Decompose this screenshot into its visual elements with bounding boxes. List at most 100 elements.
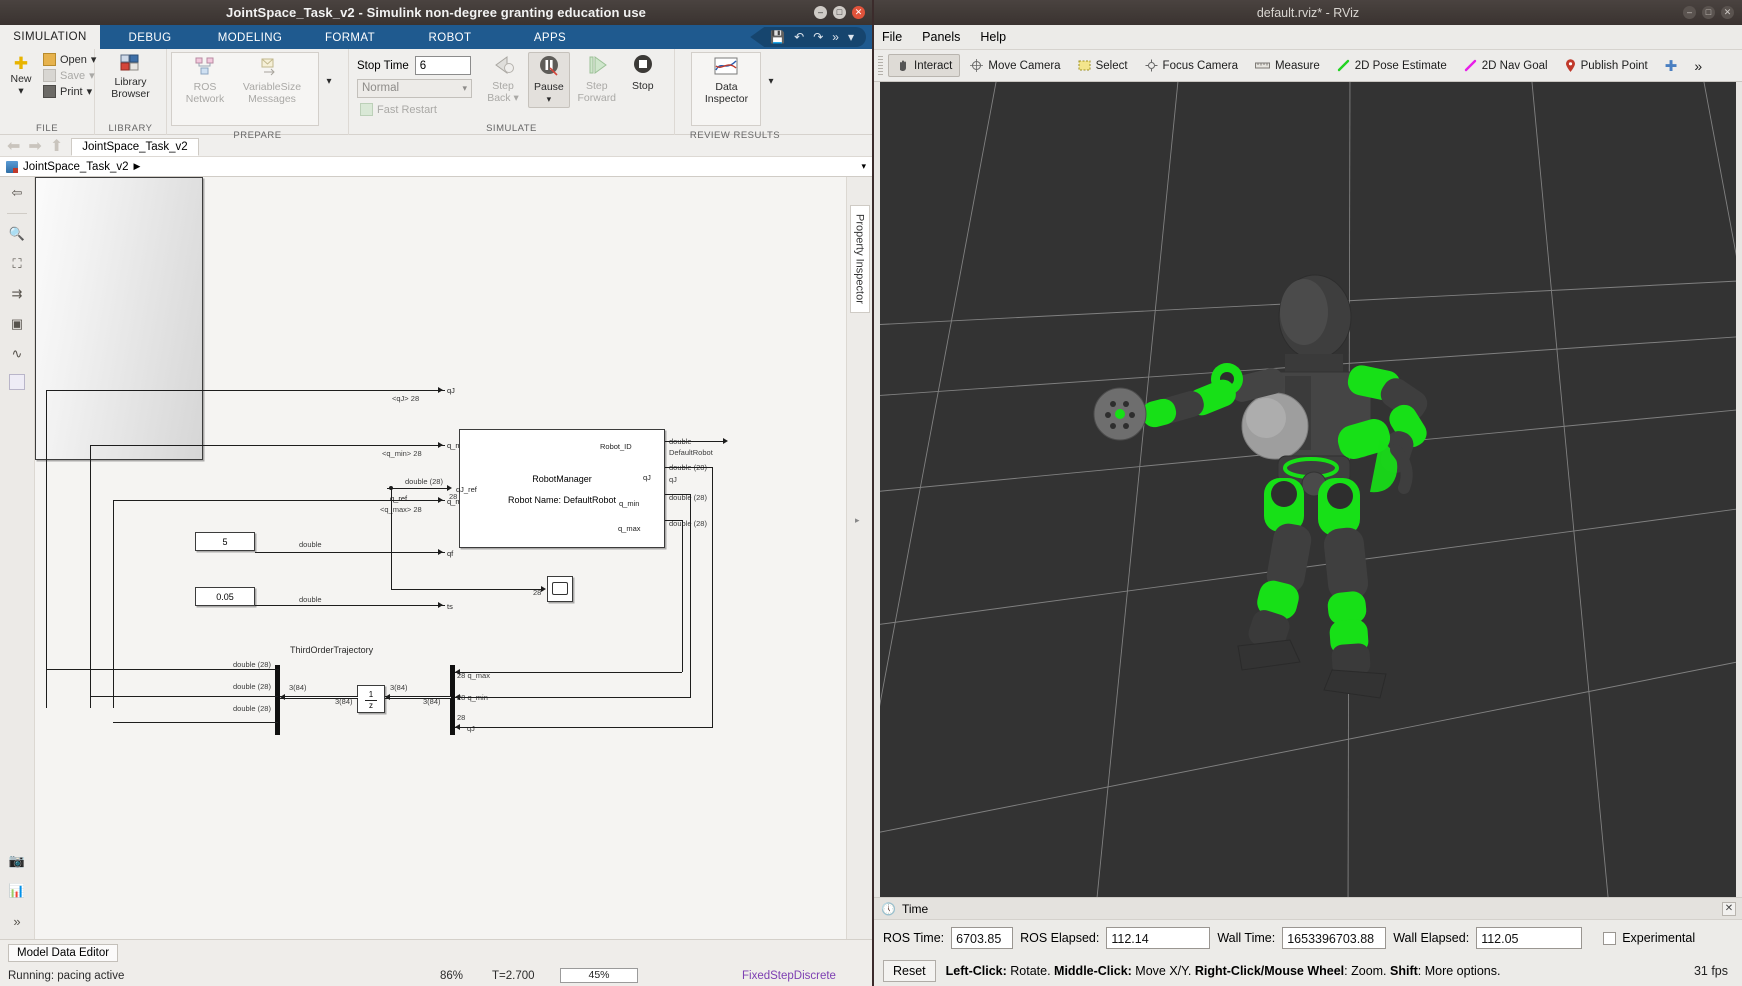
minimize-icon[interactable]: – <box>1683 6 1696 19</box>
status-zoom-level[interactable]: 86% <box>440 970 463 982</box>
tab-modeling[interactable]: MODELING <box>200 32 300 49</box>
status-sim-time: T=2.700 <box>492 969 535 982</box>
rviz-3d-viewport[interactable] <box>874 82 1742 897</box>
toolbar-overflow-button[interactable]: » <box>1687 54 1709 78</box>
tab-apps[interactable]: APPS <box>500 32 600 49</box>
pause-chevron-icon[interactable]: ▾ <box>547 94 552 106</box>
block-scope[interactable] <box>547 576 573 602</box>
quick-access-toolbar: 💾 ↶ ↷ » ▾ <box>750 27 866 47</box>
expand-icon[interactable]: » <box>7 911 27 931</box>
menu-panels[interactable]: Panels <box>922 30 960 44</box>
simulation-mode-select[interactable]: Normal ▾ <box>357 79 472 98</box>
ribbon-group-file: ✚ New ▾ Open ▾ Save ▾ Print ▾ FILE <box>0 49 96 135</box>
up-arrow-icon[interactable]: ⬆ <box>50 136 63 156</box>
port-label-out-qJ: qJ <box>643 473 651 482</box>
tool-add-button[interactable]: ✚ <box>1658 53 1685 79</box>
tool-move-camera[interactable]: Move Camera <box>963 55 1067 76</box>
zoom-in-icon[interactable]: 🔍 <box>7 224 27 244</box>
tab-robot[interactable]: ROBOT <box>400 32 500 49</box>
close-icon[interactable]: ✕ <box>1721 6 1734 19</box>
print-button[interactable]: Print ▾ <box>40 84 99 99</box>
new-chevron-icon[interactable]: ▾ <box>18 85 23 98</box>
step-forward-label-1: Step <box>585 80 608 92</box>
port-label-out-q-min: q_min <box>619 499 640 508</box>
time-panel-close-icon[interactable]: ✕ <box>1722 901 1736 916</box>
wire-demux-corner-1 <box>46 669 47 670</box>
block-constant-5[interactable]: 5 <box>195 532 255 551</box>
reset-button[interactable]: Reset <box>883 960 936 982</box>
tool-measure[interactable]: Measure <box>1248 55 1327 76</box>
forward-arrow-icon[interactable]: ➡ <box>28 136 41 156</box>
model-data-editor-button[interactable]: Model Data Editor <box>8 943 119 962</box>
tab-debug[interactable]: DEBUG <box>100 32 200 49</box>
review-overflow-button[interactable]: ▾ <box>763 52 778 89</box>
library-browser-button[interactable]: Library Browser <box>106 52 155 102</box>
data-inspector-button[interactable]: Data Inspector <box>700 55 753 107</box>
viewport-right-handle[interactable] <box>1736 490 1742 516</box>
stop-button[interactable]: Stop <box>624 52 662 95</box>
wire-out-q-min <box>665 494 690 495</box>
redo-icon[interactable]: ↷ <box>813 30 823 44</box>
annotation-icon[interactable]: ▣ <box>7 314 27 334</box>
tool-select[interactable]: Select <box>1071 55 1135 76</box>
tab-simulation[interactable]: SIMULATION <box>0 25 100 49</box>
block-constant-ts[interactable]: 0.05 <box>195 587 255 606</box>
print-chevron-icon[interactable]: ▾ <box>87 85 93 98</box>
maximize-icon[interactable]: □ <box>833 6 846 19</box>
block-unit-delay[interactable]: 1 z <box>357 685 385 713</box>
breadcrumb-arrow-icon: ▶ <box>133 161 141 171</box>
pause-button[interactable]: Pause ▾ <box>528 52 570 108</box>
simulink-canvas[interactable]: ThirdOrderTrajectory qJ q_min q_max qf t… <box>35 177 846 939</box>
wall-time-input[interactable]: 1653396703.88 <box>1282 927 1387 949</box>
wire-out-qJ <box>665 467 712 468</box>
library-icon[interactable]: 📊 <box>7 881 27 901</box>
wall-elapsed-input[interactable]: 112.05 <box>1476 927 1583 949</box>
save-disk-icon <box>43 69 56 82</box>
demux-left-bar[interactable] <box>275 665 280 735</box>
chevron-down-icon[interactable]: ▾ <box>848 30 854 44</box>
ros-elapsed-input[interactable]: 112.14 <box>1106 927 1211 949</box>
undo-icon[interactable]: ↶ <box>794 30 804 44</box>
tool-publish-point[interactable]: Publish Point <box>1558 55 1655 77</box>
signal-routing-icon[interactable]: ⇉ <box>7 284 27 304</box>
block-icon[interactable] <box>9 374 25 390</box>
open-button[interactable]: Open ▾ <box>40 52 99 67</box>
toolbar-drag-handle[interactable] <box>878 55 883 76</box>
tool-focus-camera[interactable]: Focus Camera <box>1138 55 1245 76</box>
tool-interact[interactable]: Interact <box>888 54 961 77</box>
collapse-arrow-icon[interactable]: ▸ <box>855 515 860 526</box>
new-button[interactable]: ✚ New ▾ <box>4 52 38 99</box>
more-commands-icon[interactable]: » <box>832 30 839 44</box>
experimental-checkbox[interactable] <box>1603 931 1617 945</box>
wire-qJ-feedback-h <box>46 390 445 391</box>
scope-preview-icon[interactable]: ∿ <box>7 344 27 364</box>
property-inspector-tab[interactable]: Property Inspector <box>849 205 870 313</box>
fit-to-view-icon[interactable]: ⛶ <box>7 254 27 274</box>
breadcrumb-model-name[interactable]: JointSpace_Task_v2 <box>23 161 128 173</box>
tab-format[interactable]: FORMAT <box>300 32 400 49</box>
mux-port-label-qJ: qJ <box>467 724 475 733</box>
robot-model[interactable] <box>1080 272 1550 772</box>
save-icon[interactable]: 💾 <box>770 30 785 44</box>
ros-time-input[interactable]: 6703.85 <box>951 927 1014 949</box>
library-label-1: Library <box>114 76 147 88</box>
minimize-icon[interactable]: – <box>814 6 827 19</box>
menu-file[interactable]: File <box>882 30 902 44</box>
map-pin-icon <box>1565 58 1575 72</box>
signal-label-qJ: <qJ> 28 <box>392 394 420 403</box>
breadcrumb-chevron-down-icon[interactable]: ▾ <box>861 161 866 172</box>
step-forward-icon <box>586 54 608 81</box>
block-third-order-trajectory[interactable] <box>35 177 203 460</box>
tool-2d-nav-goal[interactable]: 2D Nav Goal <box>1457 55 1555 76</box>
camera-icon[interactable]: 📷 <box>7 851 27 871</box>
status-solver[interactable]: FixedStepDiscrete <box>742 970 836 982</box>
close-icon[interactable]: ✕ <box>852 6 865 19</box>
back-arrow-icon[interactable]: ⬅ <box>7 136 20 156</box>
stop-time-input[interactable]: 6 <box>414 56 471 75</box>
tool-measure-label: Measure <box>1274 59 1320 72</box>
tool-2d-pose-estimate[interactable]: 2D Pose Estimate <box>1330 55 1454 76</box>
prepare-overflow-button[interactable]: ▾ <box>321 52 337 89</box>
menu-help[interactable]: Help <box>980 30 1006 44</box>
maximize-icon[interactable]: □ <box>1702 6 1715 19</box>
back-to-parent-icon[interactable]: ⇦ <box>7 183 27 203</box>
